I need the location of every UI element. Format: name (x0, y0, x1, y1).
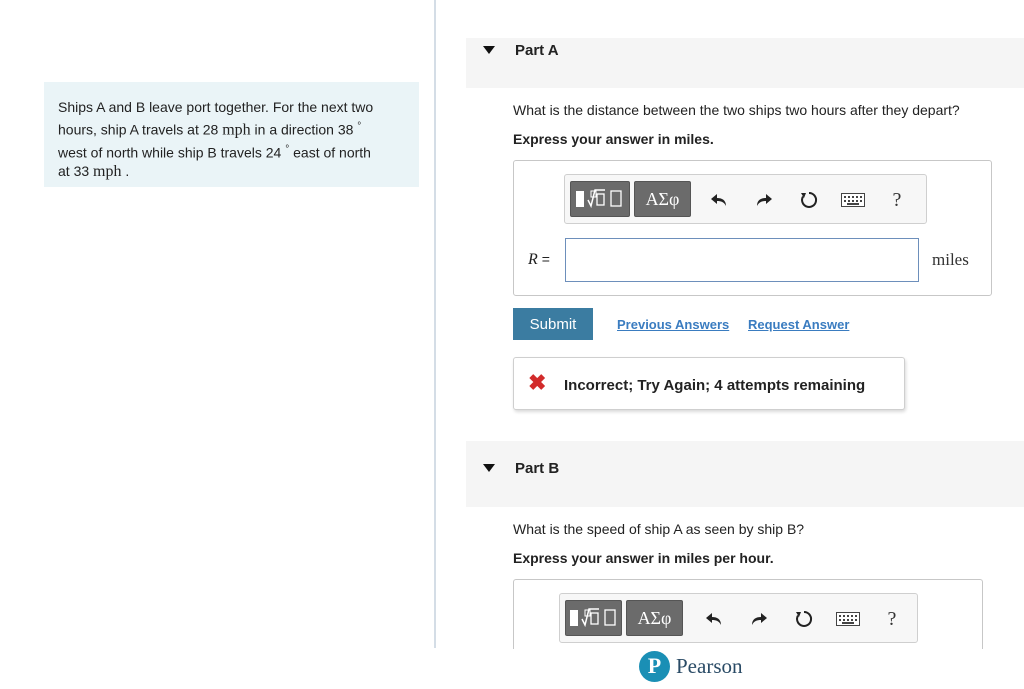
keyboard-icon[interactable] (835, 607, 861, 631)
redo-icon[interactable] (752, 188, 776, 212)
greek-symbols-icon: ΑΣφ (645, 188, 680, 209)
part-b-title: Part B (515, 460, 560, 477)
greek-symbols-button[interactable]: ΑΣφ (626, 600, 683, 636)
feedback-message: ✖ Incorrect; Try Again; 4 attempts remai… (513, 357, 905, 410)
answer-unit-label: miles (932, 250, 969, 269)
panel-divider (434, 0, 436, 648)
part-a-answer-box: ΑΣφ ? R = miles (513, 160, 992, 296)
redo-icon[interactable] (747, 607, 771, 631)
undo-icon[interactable] (707, 188, 731, 212)
pearson-brand: Pearson (676, 653, 743, 678)
part-a-header[interactable]: Part A (466, 38, 1024, 88)
templates-button[interactable] (570, 181, 630, 217)
reset-icon[interactable] (792, 607, 816, 631)
templates-button[interactable] (565, 600, 622, 636)
reset-icon[interactable] (797, 188, 821, 212)
math-toolbar: ΑΣφ ? (564, 174, 927, 224)
problem-statement: Ships A and B leave port together. For t… (44, 82, 419, 187)
math-toolbar: ΑΣφ ? (559, 593, 918, 643)
collapse-caret-icon[interactable] (483, 46, 495, 54)
templates-icon (576, 189, 622, 209)
problem-line-4: at 33 mph . (58, 163, 130, 181)
part-b-header[interactable]: Part B (466, 441, 1024, 507)
degree-symbol: ° (357, 121, 362, 132)
part-b-instruction: Express your answer in miles per hour. (513, 550, 774, 566)
greek-symbols-button[interactable]: ΑΣφ (634, 181, 691, 217)
unit-mph: mph (93, 163, 122, 181)
help-icon[interactable]: ? (885, 188, 909, 212)
collapse-caret-icon[interactable] (483, 464, 495, 472)
feedback-text: Incorrect; Try Again; 4 attempts remaini… (564, 377, 866, 394)
incorrect-x-icon: ✖ (528, 370, 547, 395)
pearson-footer: P Pearson (639, 649, 743, 683)
previous-answers-link[interactable]: Previous Answers (617, 317, 729, 332)
answer-variable-label: R = (528, 251, 550, 268)
part-a-instruction: Express your answer in miles. (513, 131, 714, 147)
templates-icon (569, 608, 616, 628)
problem-line-3: west of north while ship B travels 24 ° … (58, 143, 371, 161)
part-a-question: What is the distance between the two shi… (513, 102, 960, 118)
keyboard-icon[interactable] (840, 188, 866, 212)
greek-symbols-icon: ΑΣφ (637, 607, 672, 628)
unit-mph: mph (222, 121, 251, 139)
request-answer-link[interactable]: Request Answer (748, 317, 849, 332)
undo-icon[interactable] (702, 607, 726, 631)
pearson-logo-icon: P (639, 650, 670, 682)
part-a-title: Part A (515, 42, 559, 59)
part-b-answer-box: ΑΣφ ? (513, 579, 983, 649)
problem-line-2: hours, ship A travels at 28 mph in a dir… (58, 121, 362, 139)
problem-line-1: Ships A and B leave port together. For t… (58, 99, 374, 115)
help-icon[interactable]: ? (880, 607, 904, 631)
part-b-question: What is the speed of ship A as seen by s… (513, 521, 805, 537)
answer-input[interactable] (565, 238, 919, 282)
submit-button[interactable]: Submit (513, 308, 593, 340)
